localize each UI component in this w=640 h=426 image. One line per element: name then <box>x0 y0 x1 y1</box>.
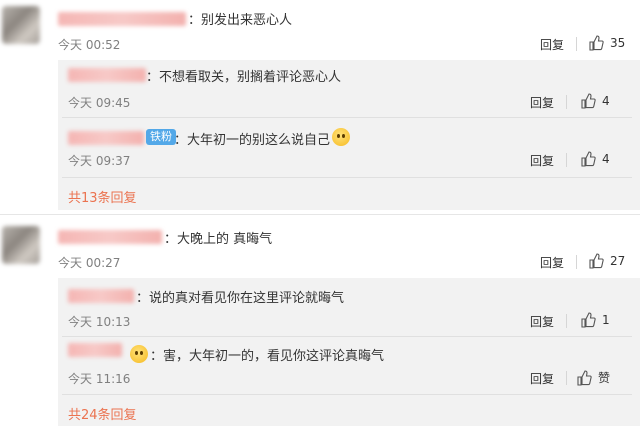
like-count: 1 <box>602 313 610 327</box>
divider <box>576 255 577 269</box>
reply-time: 今天 11:16 <box>68 372 131 386</box>
like-button[interactable]: 1 <box>580 312 610 328</box>
like-button[interactable]: 35 <box>588 35 625 51</box>
like-button[interactable]: 27 <box>588 253 625 269</box>
like-count: 35 <box>610 36 626 50</box>
comment-time: 今天 00:52 <box>58 38 121 52</box>
username-blurred[interactable] <box>58 12 186 26</box>
like-button[interactable]: 4 <box>580 93 610 109</box>
reply-button[interactable]: 回复 <box>530 94 554 111</box>
thumbs-up-icon <box>581 151 596 167</box>
like-count: 赞 <box>598 371 611 385</box>
like-button[interactable]: 4 <box>580 151 610 167</box>
reply-button[interactable]: 回复 <box>530 370 554 387</box>
username-blurred[interactable] <box>68 68 146 82</box>
username-blurred[interactable] <box>68 289 134 303</box>
divider <box>0 214 640 215</box>
divider <box>62 336 632 337</box>
more-replies-link[interactable]: 共24条回复 <box>68 404 137 423</box>
username-blurred[interactable] <box>68 131 144 145</box>
reply-text: ：害，大年初一的，看见你这评论真晦气 <box>150 349 385 364</box>
avatar[interactable] <box>2 6 40 44</box>
thumbs-up-icon <box>589 35 604 51</box>
divider <box>576 37 577 51</box>
reply-button[interactable]: 回复 <box>540 36 564 53</box>
divider <box>566 153 567 167</box>
thumbs-up-icon <box>577 369 592 386</box>
comment-time: 今天 00:27 <box>58 256 121 270</box>
more-replies-link[interactable]: 共13条回复 <box>68 187 137 206</box>
username-blurred[interactable] <box>58 230 162 244</box>
like-button[interactable]: 赞 <box>576 369 610 386</box>
like-count: 27 <box>610 254 626 268</box>
divider <box>566 371 567 385</box>
comment-text: ：大晚上的 真晦气 <box>164 232 273 247</box>
reply-button[interactable]: 回复 <box>530 152 554 169</box>
reply-button[interactable]: 回复 <box>530 313 554 330</box>
divider <box>62 177 632 178</box>
username-blurred[interactable] <box>68 343 122 357</box>
divider <box>62 117 632 118</box>
reply-button[interactable]: 回复 <box>540 254 564 271</box>
avatar[interactable] <box>2 226 40 264</box>
reply-time: 今天 10:13 <box>68 315 131 329</box>
reply-text: ：大年初一的别这么说自己 <box>174 133 331 148</box>
fan-badge: 铁粉 <box>146 129 176 145</box>
divider <box>566 95 567 109</box>
divider <box>566 314 567 328</box>
thumbs-up-icon <box>589 253 604 269</box>
divider <box>62 394 632 395</box>
pleading-face-emoji-icon <box>130 345 148 363</box>
thumbs-up-icon <box>581 312 596 328</box>
thumbs-up-icon <box>581 93 596 109</box>
pleading-face-emoji-icon <box>332 128 350 146</box>
reply-time: 今天 09:45 <box>68 96 131 110</box>
reply-text: ：说的真对看见你在这里评论就晦气 <box>136 291 345 306</box>
reply-text: ：不想看取关，别搁着评论恶心人 <box>146 70 342 85</box>
like-count: 4 <box>602 152 610 166</box>
like-count: 4 <box>602 94 610 108</box>
reply-time: 今天 09:37 <box>68 154 131 168</box>
comment-text: ：别发出来恶心人 <box>188 13 293 28</box>
